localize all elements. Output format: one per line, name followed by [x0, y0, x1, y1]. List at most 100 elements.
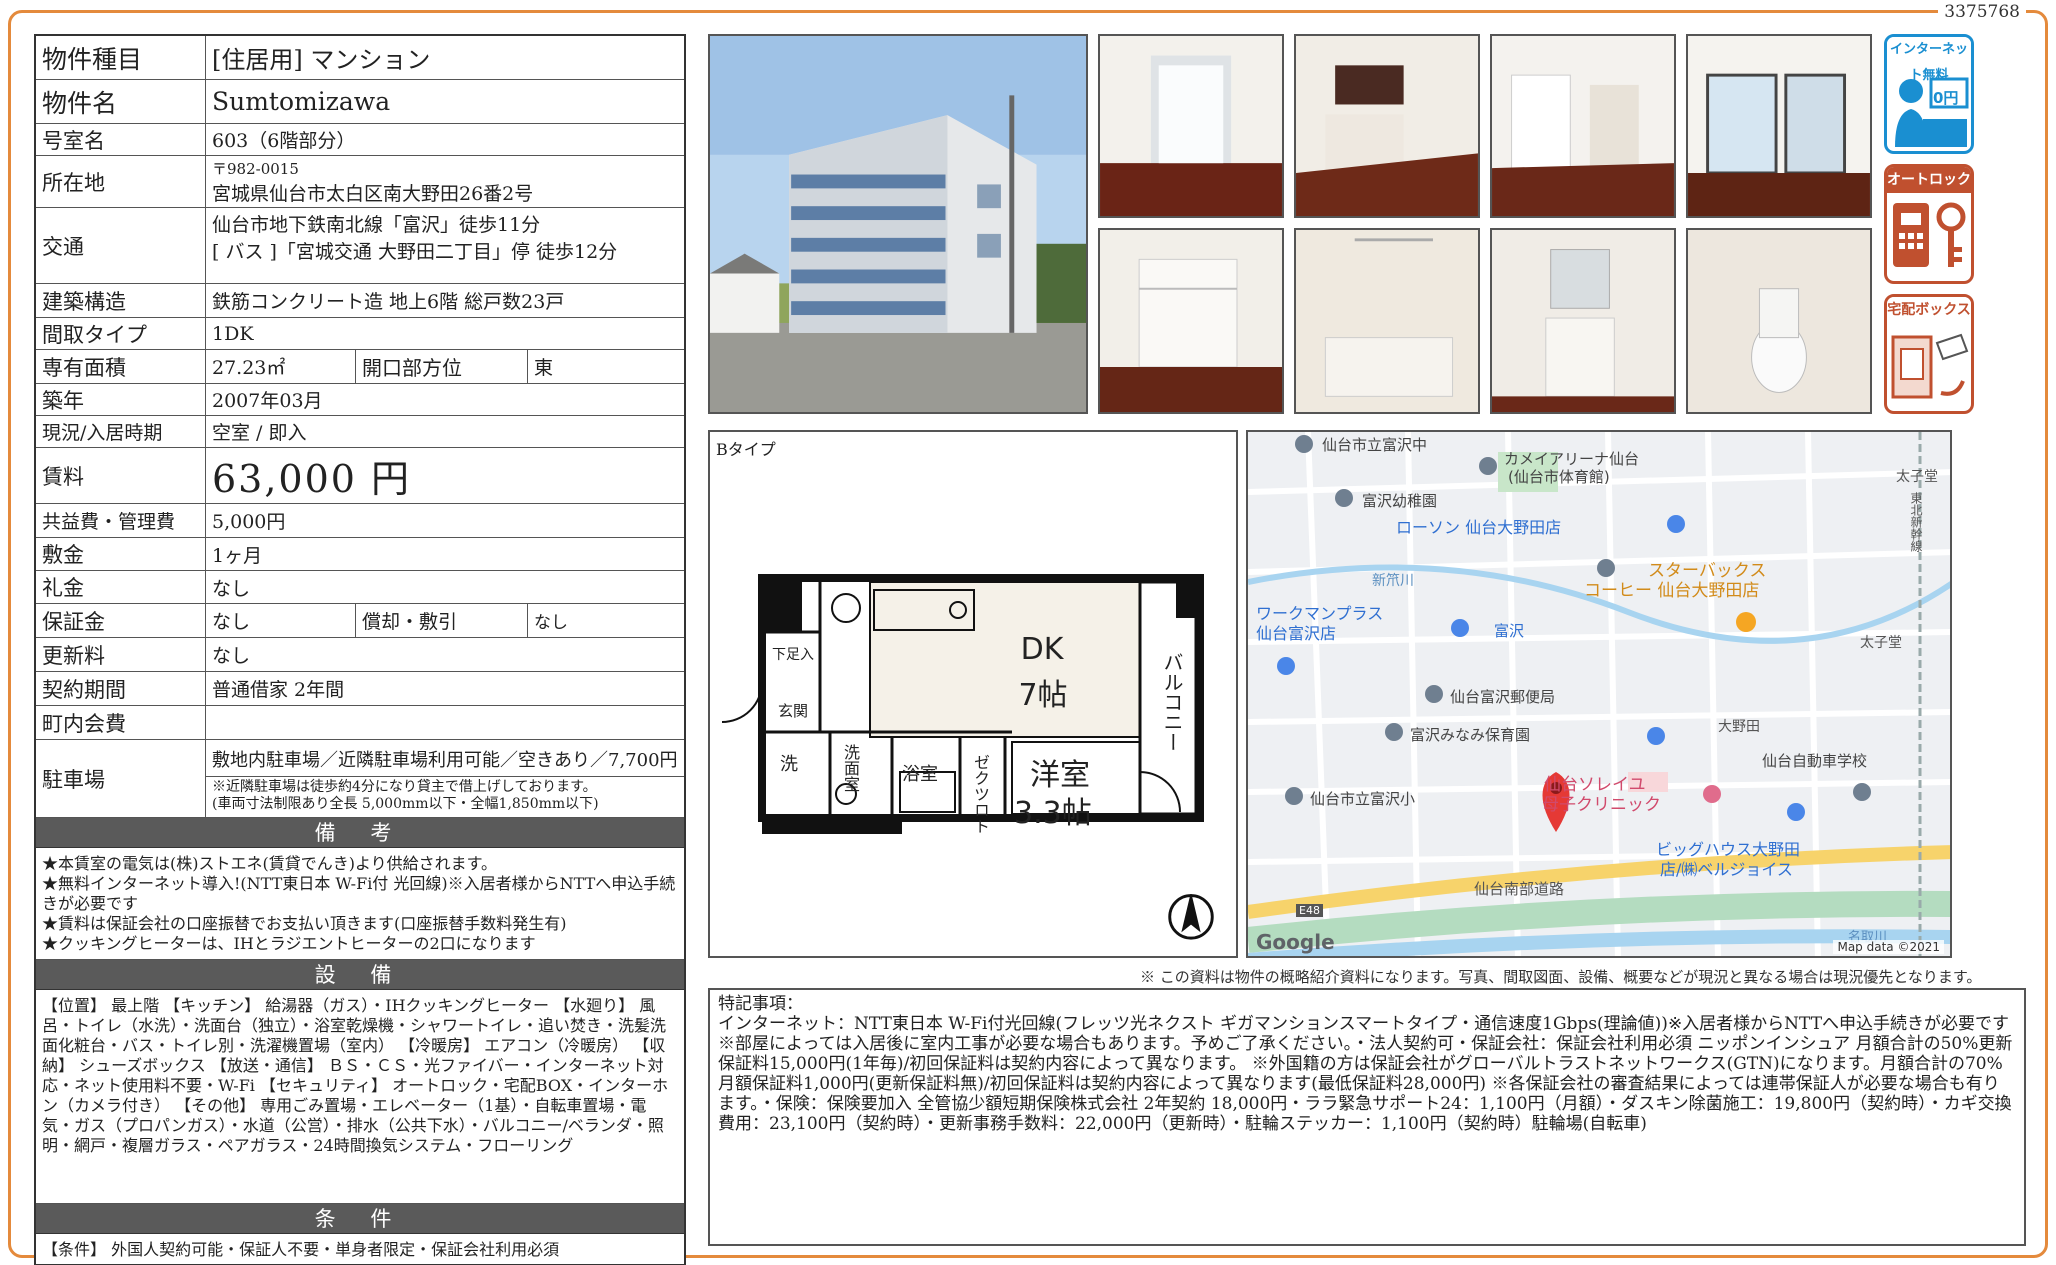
parking-note-1: ※近隣駐車場は徒歩約4分になり貸主で借上げしております。 — [212, 778, 597, 795]
value-fee: 5,000円 — [212, 511, 286, 533]
map-label-19: 店/㈱ベルジョイス — [1660, 860, 1793, 879]
row-parking: 駐車場 敷地内駐車場／近隣駐車場利用可能／空きあり／7,700円 ※近隣駐車場は… — [36, 740, 684, 818]
label-parking: 駐車場 — [36, 740, 206, 817]
setsubi-line-1: 【位置】 最上階 【キッチン】 給湯器（ガス）・IHクッキングヒーター 【水廻り… — [42, 996, 669, 1155]
row-guarantee: 保証金 なし 償却・敷引 なし — [36, 604, 684, 638]
map-label-23: 新笊川 — [1372, 573, 1414, 589]
value-area: 27.23㎡ — [206, 350, 356, 383]
label-contract: 契約期間 — [36, 672, 206, 705]
value-guarantee: なし — [206, 604, 356, 637]
value-area-group: 27.23㎡ 開口部方位 東 — [206, 350, 684, 383]
room-shoes: 下足入 — [772, 647, 814, 663]
map-label-3: (仙台市体育館) — [1508, 468, 1610, 486]
value-room: 603（6階部分） — [212, 130, 356, 152]
row-status: 現況/入居時期 空室 / 即入 — [36, 416, 684, 448]
postal-code: 〒982-0015 — [212, 159, 299, 178]
label-status: 現況/入居時期 — [36, 416, 206, 447]
photo-interior-1 — [1098, 34, 1284, 218]
map-attribution: Map data ©2021 — [1833, 940, 1944, 954]
row-area: 専有面積 27.23㎡ 開口部方位 東 — [36, 350, 684, 384]
value-town-fee — [206, 706, 684, 739]
room-western-size: 3.3帖 — [1014, 796, 1092, 831]
row-room: 号室名 603（6階部分） — [36, 124, 684, 156]
label-structure: 建築構造 — [36, 284, 206, 317]
address-text: 宮城県仙台市太白区南大野田26番2号 — [212, 182, 534, 205]
map-google-logo: Google — [1256, 930, 1335, 954]
label-layout: 間取タイプ — [36, 318, 206, 349]
label-key-money: 礼金 — [36, 571, 206, 603]
map-label-4: 富沢幼稚園 — [1362, 492, 1438, 510]
label-area: 専有面積 — [36, 350, 206, 383]
map-label-25: E48 — [1296, 904, 1323, 917]
photo-interior-5 — [1098, 228, 1284, 414]
map-label-13: 大野田 — [1718, 719, 1760, 735]
room-wash: 洗 — [780, 754, 798, 775]
jouken-heading: 条 件 — [36, 1204, 684, 1234]
row-town-fee: 町内会費 — [36, 706, 684, 740]
map-label-14: 仙台自動車学校 — [1762, 752, 1868, 770]
disclaimer-note: ※ この資料は物件の概略紹介資料になります。写真、間取図面、設備、概要などが現況… — [1140, 968, 1982, 986]
label-direction: 開口部方位 — [356, 350, 528, 383]
photo-interior-7 — [1490, 228, 1676, 414]
map-label-1: 仙台市立富沢中 — [1322, 436, 1428, 454]
remarks-title: 特記事項： — [718, 994, 803, 1014]
map-label-22: 太子堂 — [1860, 635, 1902, 651]
map-label-20: 仙台南部道路 — [1474, 880, 1565, 898]
label-guarantee: 保証金 — [36, 604, 206, 637]
exterior-photo — [708, 34, 1088, 414]
room-balcony: バルコニー — [1160, 652, 1184, 752]
row-layout: 間取タイプ 1DK — [36, 318, 684, 350]
label-type: 物件種目 — [36, 36, 206, 79]
room-washroom: 洗面室 — [841, 744, 860, 792]
map-label-21: 太子堂 — [1896, 469, 1938, 485]
row-renewal: 更新料 なし — [36, 638, 684, 672]
value-direction: 東 — [534, 357, 554, 379]
row-address: 所在地 〒982-0015 宮城県仙台市太白区南大野田26番2号 — [36, 156, 684, 208]
parking-note-2: (車両寸法制限あり全長 5,000mm以下・全幅1,850mm以下) — [212, 795, 599, 812]
map-label-24: 東北新幹線 — [1909, 492, 1923, 552]
row-structure: 建築構造 鉄筋コンクリート造 地上6階 総戸数23戸 — [36, 284, 684, 318]
label-built: 築年 — [36, 384, 206, 415]
row-fee: 共益費・管理費 5,000円 — [36, 504, 684, 538]
map-label-16: 母子クリニック — [1542, 795, 1661, 815]
value-parking: 敷地内駐車場／近隣駐車場利用可能／空きあり／7,700円 ※近隣駐車場は徒歩約4… — [206, 740, 684, 817]
jouken-text: 【条件】 外国人契約可能・保証人不要・単身者限定・保証会社利用必須 — [42, 1240, 560, 1259]
value-structure: 鉄筋コンクリート造 地上6階 総戸数23戸 — [212, 291, 565, 313]
map-label-9: 仙台富沢店 — [1256, 624, 1337, 643]
bikou-heading: 備 考 — [36, 818, 684, 848]
map-label-17: 仙台市立富沢小 — [1310, 790, 1416, 808]
row-deposit: 敷金 1ヶ月 — [36, 538, 684, 571]
photo-interior-6 — [1294, 228, 1480, 414]
badge-internet-label: インターネット無料 — [1887, 37, 1971, 83]
room-dk-size: 7帖 — [1018, 678, 1068, 713]
parking-notes: ※近隣駐車場は徒歩約4分になり貸主で借上げしております。 (車両寸法制限あり全長… — [206, 777, 605, 815]
bikou-line-3: ★賃料は保証会社の口座振替でお支払い頂きます(口座振替手数料発生有) — [42, 914, 567, 933]
internet-icon — [1895, 77, 1969, 147]
room-dk: DK — [1020, 632, 1064, 667]
north-label: N — [1182, 882, 1194, 898]
bikou-text: ★本賃室の電気は(株)ストエネ(賃貸でんき)より供給されます。 ★無料インターネ… — [36, 848, 684, 960]
delivery-box-icon — [1891, 333, 1969, 399]
lock-icon — [1893, 202, 1966, 267]
row-contract: 契約期間 普通借家 2年間 — [36, 672, 684, 706]
label-renewal: 更新料 — [36, 638, 206, 671]
map-label-5: ローソン 仙台大野田店 — [1396, 518, 1562, 537]
row-type: 物件種目 [住居用] マンション — [36, 36, 684, 80]
label-room: 号室名 — [36, 124, 206, 155]
label-name: 物件名 — [36, 80, 206, 123]
value-rent: 63,000 円 — [212, 457, 412, 501]
spec-table: 物件種目 [住居用] マンション 物件名 Sumtomizawa 号室名 603… — [34, 34, 686, 1265]
value-built: 2007年03月 — [212, 390, 323, 412]
location-map[interactable]: 仙台市立富沢中 カメイアリーナ仙台 (仙台市体育館) 富沢幼稚園 ローソン 仙台… — [1246, 430, 1952, 958]
row-name: 物件名 Sumtomizawa — [36, 80, 684, 124]
bikou-line-1: ★本賃室の電気は(株)ストエネ(賃貸でんき)より供給されます。 — [42, 854, 498, 873]
value-name: Sumtomizawa — [212, 87, 391, 116]
setsubi-text: 【位置】 最上階 【キッチン】 給湯器（ガス）・IHクッキングヒーター 【水廻り… — [36, 990, 684, 1204]
value-amortization: なし — [534, 613, 568, 633]
parking-text: 敷地内駐車場／近隣駐車場利用可能／空きあり／7,700円 — [206, 743, 684, 777]
value-key-money: なし — [212, 577, 251, 600]
setsubi-heading: 設 備 — [36, 960, 684, 990]
row-transport: 交通 仙台市地下鉄南北線「富沢」徒歩11分 [ バス ]「宮城交通 大野田二丁目… — [36, 208, 684, 284]
photo-interior-4 — [1686, 34, 1872, 218]
transport-line-1: 仙台市地下鉄南北線「富沢」徒歩11分 — [212, 214, 541, 236]
